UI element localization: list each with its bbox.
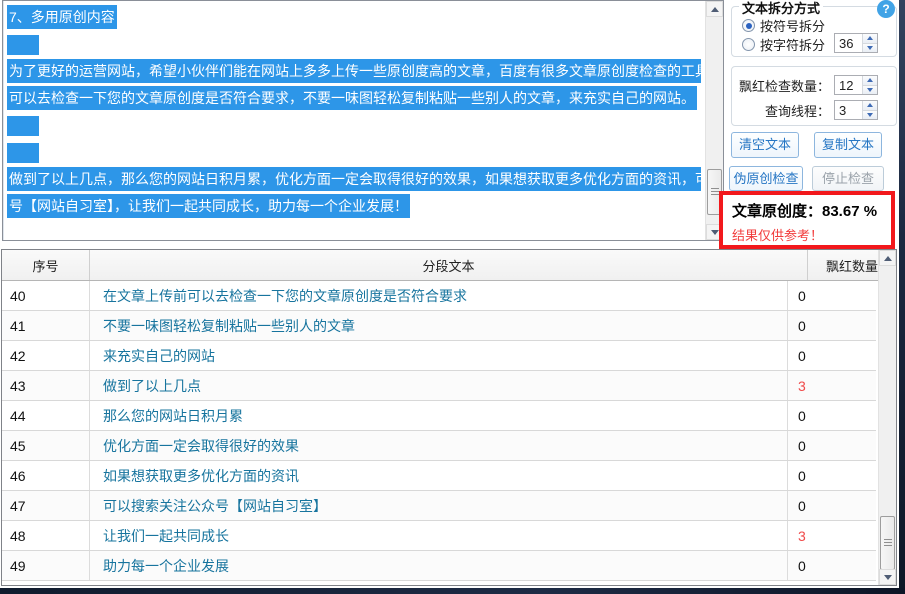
segment-text-link[interactable]: 优化方面一定会取得很好的效果 bbox=[90, 431, 788, 460]
table-row: 41 不要一味图轻松复制粘贴一些别人的文章 0 bbox=[2, 311, 876, 341]
app-window: 7、多用原创内容为了更好的运营网站，希望小伙伴们能在网站上多多上传一些原创度高的… bbox=[0, 0, 905, 594]
spinner-buttons[interactable] bbox=[862, 34, 877, 52]
segment-text-link[interactable]: 如果想获取更多优化方面的资讯 bbox=[90, 461, 788, 490]
selected-text-line: 号【网站自习室】，让我们一起共同成长，助力每一个企业发展！ bbox=[7, 194, 410, 218]
query-thread-spinner[interactable]: 3 bbox=[834, 100, 878, 120]
segment-text-link[interactable]: 可以搜索关注公众号【网站自习室】 bbox=[90, 491, 788, 520]
desktop-edge-bottom bbox=[0, 588, 905, 594]
char-count-spinner[interactable]: 36 bbox=[834, 33, 878, 53]
pseudo-check-button[interactable]: 伪原创检查 bbox=[729, 166, 803, 191]
spinner-up-icon[interactable] bbox=[863, 101, 877, 111]
selected-empty-line bbox=[7, 116, 39, 137]
table-row: 42 来充实自己的网站 0 bbox=[2, 341, 876, 371]
spinner-buttons[interactable] bbox=[862, 76, 877, 94]
radio-split-by-symbol[interactable]: 按符号拆分 bbox=[742, 16, 825, 35]
selected-text-line: 7、多用原创内容 bbox=[7, 5, 117, 29]
red-count-value: 0 bbox=[798, 497, 806, 514]
row-serial: 43 bbox=[2, 371, 90, 400]
segment-text-link[interactable]: 让我们一起共同成长 bbox=[90, 521, 788, 550]
selected-text-line: 做到了以上几点，那么您的网站日积月累，优化方面一定会取得很好的效果，如果想获取更… bbox=[7, 167, 701, 191]
red-count-value: 0 bbox=[798, 407, 806, 424]
row-serial: 42 bbox=[2, 341, 90, 370]
header-segment: 分段文本 bbox=[90, 250, 808, 280]
copy-text-button[interactable]: 复制文本 bbox=[814, 132, 882, 158]
originality-score: 文章原创度：83.67 % bbox=[732, 203, 878, 220]
header-serial: 序号 bbox=[2, 250, 90, 280]
selected-text-line: 为了更好的运营网站，希望小伙伴们能在网站上多多上传一些原创度高的文章，百度有很多… bbox=[7, 59, 701, 83]
row-serial: 44 bbox=[2, 401, 90, 430]
selected-text-line: 可以去检查一下您的文章原创度是否符合要求，不要一味图轻松复制粘贴一些别人的文章，… bbox=[7, 86, 697, 110]
query-thread-label: 查询线程： bbox=[764, 103, 830, 119]
red-count-value: 3 bbox=[798, 377, 806, 394]
radio-selected-icon[interactable] bbox=[742, 19, 755, 32]
red-count-value: 3 bbox=[798, 527, 806, 544]
segment-text-link[interactable]: 在文章上传前可以去检查一下您的文章原创度是否符合要求 bbox=[90, 281, 788, 310]
table-row: 49 助力每一个企业发展 0 bbox=[2, 551, 876, 581]
segment-text-link[interactable]: 那么您的网站日积月累 bbox=[90, 401, 788, 430]
spinner-down-icon[interactable] bbox=[863, 110, 877, 119]
clear-text-button[interactable]: 清空文本 bbox=[731, 132, 799, 158]
selected-empty-line bbox=[7, 143, 39, 164]
segments-table: 序号 分段文本 飘红数量 40 在文章上传前可以去检查一下您的文章原创度是否符合要… bbox=[1, 249, 897, 586]
query-thread-value[interactable]: 3 bbox=[835, 101, 862, 119]
scroll-down-arrow-icon[interactable] bbox=[879, 569, 896, 585]
table-row: 47 可以搜索关注公众号【网站自习室】 0 bbox=[2, 491, 876, 521]
split-method-group: 文本拆分方式 按符号拆分 按字符拆分 36 bbox=[731, 0, 897, 57]
originality-result-box: 文章原创度：83.67 % 结果仅供参考！ bbox=[719, 191, 895, 249]
selected-empty-line bbox=[7, 35, 39, 56]
red-count-value: 0 bbox=[798, 317, 806, 334]
row-serial: 41 bbox=[2, 311, 90, 340]
table-row: 44 那么您的网站日积月累 0 bbox=[2, 401, 876, 431]
stop-check-button: 停止检查 bbox=[812, 166, 884, 191]
table-row: 43 做到了以上几点 3 bbox=[2, 371, 876, 401]
table-vertical-scrollbar[interactable] bbox=[878, 250, 896, 585]
desktop-edge-right bbox=[899, 0, 905, 594]
red-count-value: 0 bbox=[798, 287, 806, 304]
table-row: 45 优化方面一定会取得很好的效果 0 bbox=[2, 431, 876, 461]
red-check-count-row: 飘红检查数量： 12 bbox=[738, 75, 892, 95]
red-count-value: 0 bbox=[798, 557, 806, 574]
radio-unselected-icon[interactable] bbox=[742, 38, 755, 51]
red-count-value: 0 bbox=[798, 467, 806, 484]
red-count-value: 0 bbox=[798, 347, 806, 364]
scroll-up-arrow-icon[interactable] bbox=[706, 1, 723, 17]
spinner-up-icon[interactable] bbox=[863, 34, 877, 44]
row-serial: 40 bbox=[2, 281, 90, 310]
red-check-count-label: 飘红检查数量： bbox=[738, 78, 830, 94]
segment-text-link[interactable]: 做到了以上几点 bbox=[90, 371, 788, 400]
table-scrollbar-thumb[interactable] bbox=[880, 516, 895, 570]
spinner-buttons[interactable] bbox=[862, 101, 877, 119]
row-serial: 46 bbox=[2, 461, 90, 490]
table-row: 48 让我们一起共同成长 3 bbox=[2, 521, 876, 551]
spinner-down-icon[interactable] bbox=[863, 85, 877, 94]
table-row: 40 在文章上传前可以去检查一下您的文章原创度是否符合要求 0 bbox=[2, 281, 876, 311]
red-check-count-value[interactable]: 12 bbox=[835, 76, 862, 94]
row-serial: 47 bbox=[2, 491, 90, 520]
spinner-up-icon[interactable] bbox=[863, 76, 877, 86]
table-body: 40 在文章上传前可以去检查一下您的文章原创度是否符合要求 0 41 不要一味图轻松复制… bbox=[2, 281, 876, 585]
radio-split-by-char-label: 按字符拆分 bbox=[760, 38, 826, 53]
row-serial: 45 bbox=[2, 431, 90, 460]
segment-text-link[interactable]: 助力每一个企业发展 bbox=[90, 551, 788, 580]
editor-selected-text: 7、多用原创内容为了更好的运营网站，希望小伙伴们能在网站上多多上传一些原创度高的… bbox=[7, 4, 701, 220]
check-settings-group: 飘红检查数量： 12 查询线程： 3 bbox=[731, 66, 897, 126]
row-serial: 49 bbox=[2, 551, 90, 580]
result-disclaimer: 结果仅供参考！ bbox=[732, 228, 824, 243]
radio-split-by-char[interactable]: 按字符拆分 bbox=[742, 35, 825, 54]
article-text-editor[interactable]: 7、多用原创内容为了更好的运营网站，希望小伙伴们能在网站上多多上传一些原创度高的… bbox=[2, 0, 724, 241]
query-thread-row: 查询线程： 3 bbox=[738, 100, 892, 120]
char-count-value[interactable]: 36 bbox=[835, 34, 862, 52]
red-check-count-spinner[interactable]: 12 bbox=[834, 75, 878, 95]
row-serial: 48 bbox=[2, 521, 90, 550]
segment-text-link[interactable]: 不要一味图轻松复制粘贴一些别人的文章 bbox=[90, 311, 788, 340]
help-icon[interactable]: ? bbox=[877, 0, 895, 18]
radio-split-by-symbol-label: 按符号拆分 bbox=[760, 19, 826, 34]
split-method-group-title: 文本拆分方式 bbox=[739, 0, 824, 17]
red-count-value: 0 bbox=[798, 437, 806, 454]
spinner-down-icon[interactable] bbox=[863, 43, 877, 52]
table-header: 序号 分段文本 飘红数量 bbox=[2, 250, 896, 281]
segment-text-link[interactable]: 来充实自己的网站 bbox=[90, 341, 788, 370]
table-row: 46 如果想获取更多优化方面的资讯 0 bbox=[2, 461, 876, 491]
scroll-up-arrow-icon[interactable] bbox=[879, 250, 896, 266]
